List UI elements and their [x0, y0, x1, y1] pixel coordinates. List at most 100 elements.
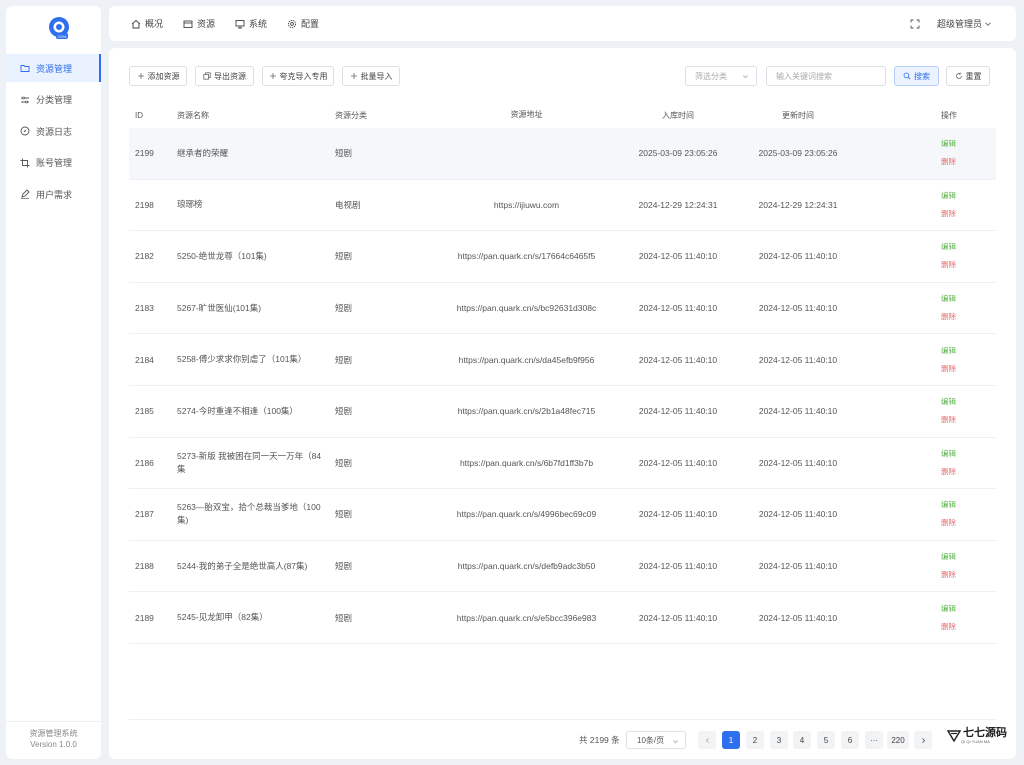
- cell-url[interactable]: https://ijiuwu.com: [439, 198, 614, 212]
- version-label: Version 1.0.0: [30, 740, 77, 749]
- cell-created: 2024-12-05 11:40:10: [638, 457, 718, 468]
- edit-link[interactable]: 编辑: [941, 342, 996, 360]
- cell-category: 短剧: [335, 561, 353, 572]
- home-icon: [131, 19, 141, 28]
- reset-button[interactable]: 重置: [946, 66, 990, 86]
- delete-link[interactable]: 删除: [941, 566, 996, 584]
- chevron-down-icon: [743, 75, 748, 79]
- cell-updated: 2024-12-05 11:40:10: [758, 251, 838, 262]
- page-ellipsis[interactable]: ···: [865, 731, 883, 749]
- delete-link[interactable]: 删除: [941, 308, 996, 326]
- cell-category: 短剧: [335, 303, 353, 314]
- category-select[interactable]: 筛选分类: [685, 66, 757, 86]
- user-menu[interactable]: 超级管理员: [937, 17, 992, 30]
- page-button-5[interactable]: 5: [817, 731, 835, 749]
- delete-link[interactable]: 删除: [941, 205, 996, 223]
- page-size-select[interactable]: 10条/页: [626, 731, 686, 749]
- export-resource-button[interactable]: 导出资源: [195, 66, 254, 86]
- page-button-1[interactable]: 1: [722, 731, 740, 749]
- tab-resources[interactable]: 资源: [183, 17, 215, 30]
- edit-link[interactable]: 编辑: [941, 135, 996, 153]
- edit-link[interactable]: 编辑: [941, 393, 996, 411]
- page-button-6[interactable]: 6: [841, 731, 859, 749]
- plus-icon: [269, 73, 276, 79]
- copy-icon: [203, 72, 211, 80]
- folder-icon: [20, 65, 30, 72]
- cell-url[interactable]: https://pan.quark.cn/s/6b7fd1ff3b7b: [439, 456, 614, 470]
- table-row: 2183 5267-旷世医仙(101集) 短剧 https://pan.quar…: [129, 283, 996, 335]
- delete-link[interactable]: 删除: [941, 360, 996, 378]
- pagination-divider: [129, 719, 996, 720]
- tab-overview[interactable]: 概况: [131, 17, 163, 30]
- delete-link[interactable]: 删除: [941, 463, 996, 481]
- batch-import-button[interactable]: 批量导入: [342, 66, 400, 86]
- chevron-down-icon: [985, 21, 991, 26]
- search-button[interactable]: 搜索: [894, 66, 939, 86]
- table-row: 2199 继承者的荣耀 短剧 2025-03-09 23:05:26 2025-…: [129, 128, 996, 180]
- sidebar-item-label: 资源日志: [36, 126, 73, 137]
- sidebar-item-label: 账号管理: [36, 158, 73, 169]
- cell-url[interactable]: https://pan.quark.cn/s/2b1a48fec715: [439, 404, 614, 418]
- prev-page-button[interactable]: [698, 731, 716, 749]
- sidebar-item-resources[interactable]: 资源管理: [6, 54, 101, 82]
- tab-config[interactable]: 配置: [287, 17, 319, 30]
- cell-url[interactable]: https://pan.quark.cn/s/e5bcc396e983: [439, 611, 614, 625]
- sidebar-item-requests[interactable]: 用户需求: [6, 180, 101, 208]
- delete-link[interactable]: 删除: [941, 153, 996, 171]
- cell-url[interactable]: https://pan.quark.cn/s/defb9adc3b50: [439, 559, 614, 573]
- cell-id: 2188: [135, 561, 154, 572]
- header-updated: 更新时间: [782, 110, 814, 120]
- page-button-3[interactable]: 3: [770, 731, 788, 749]
- delete-link[interactable]: 删除: [941, 514, 996, 532]
- cell-url[interactable]: https://pan.quark.cn/s/4996bec69c09: [439, 507, 614, 521]
- add-resource-button[interactable]: 添加资源: [129, 66, 187, 86]
- delete-link[interactable]: 删除: [941, 256, 996, 274]
- sidebar-item-categories[interactable]: 分类管理: [6, 86, 101, 114]
- table-row: 2188 5244-我的弟子全是绝世高人(87集) 短剧 https://pan…: [129, 541, 996, 593]
- svg-text:CEM: CEM: [58, 34, 67, 39]
- edit-link[interactable]: 编辑: [941, 290, 996, 308]
- edit-link[interactable]: 编辑: [941, 548, 996, 566]
- table-row: 2182 5250-绝世龙尊（101集) 短剧 https://pan.quar…: [129, 231, 996, 283]
- tab-system[interactable]: 系统: [235, 17, 267, 30]
- cell-id: 2199: [135, 148, 154, 159]
- delete-link[interactable]: 删除: [941, 411, 996, 429]
- cell-updated: 2024-12-05 11:40:10: [758, 303, 838, 314]
- edit-link[interactable]: 编辑: [941, 187, 996, 205]
- watermark-subtext: QI QI YUAN MA: [961, 739, 990, 744]
- edit-link[interactable]: 编辑: [941, 496, 996, 514]
- quark-import-button[interactable]: 夸克导入专用: [262, 66, 334, 86]
- main-panel: 添加资源 导出资源 夸克导入专用 批量导入 筛选分类 输入关键词搜索 搜索 重置…: [109, 48, 1016, 759]
- table-row: 2186 5273-新版 我被困在同一天一万年（84集 短剧 https://p…: [129, 438, 996, 490]
- page-button-last[interactable]: 220: [887, 731, 909, 749]
- cell-url[interactable]: https://pan.quark.cn/s/da45efb9f956: [439, 353, 614, 367]
- sidebar-item-logs[interactable]: 资源日志: [6, 117, 101, 145]
- sidebar-item-accounts[interactable]: 账号管理: [6, 149, 101, 177]
- button-label: 导出资源: [214, 71, 246, 81]
- cell-created: 2024-12-05 11:40:10: [638, 303, 718, 314]
- plus-icon: [350, 73, 357, 79]
- select-placeholder: 筛选分类: [695, 71, 727, 81]
- table-row: 2198 琅琊榜 电视剧 https://ijiuwu.com 2024-12-…: [129, 180, 996, 232]
- fullscreen-icon[interactable]: [910, 19, 920, 29]
- cell-name: 5267-旷世医仙(101集): [177, 302, 262, 313]
- cell-category: 短剧: [335, 354, 353, 365]
- button-label: 批量导入: [360, 71, 393, 81]
- cell-id: 2198: [135, 199, 154, 210]
- page-button-2[interactable]: 2: [746, 731, 764, 749]
- cell-url[interactable]: https://pan.quark.cn/s/17664c6465f5: [439, 249, 614, 263]
- cell-url[interactable]: https://pan.quark.cn/s/bc92631d308c: [439, 301, 614, 315]
- cell-created: 2024-12-05 11:40:10: [638, 612, 718, 623]
- keyword-search-input[interactable]: 输入关键词搜索: [766, 66, 886, 86]
- cell-name: 5245-见龙卸甲（82集）: [177, 612, 268, 623]
- edit-link[interactable]: 编辑: [941, 600, 996, 618]
- cell-updated: 2024-12-05 11:40:10: [758, 406, 838, 417]
- sidebar-nav: 资源管理 分类管理 资源日志 账号管理 用户需求: [6, 54, 101, 212]
- next-page-button[interactable]: [914, 731, 932, 749]
- sidebar-item-label: 分类管理: [36, 95, 73, 106]
- sidebar-footer: 资源管理系统 Version 1.0.0: [6, 721, 101, 759]
- page-button-4[interactable]: 4: [793, 731, 811, 749]
- edit-link[interactable]: 编辑: [941, 238, 996, 256]
- edit-link[interactable]: 编辑: [941, 445, 996, 463]
- delete-link[interactable]: 删除: [941, 618, 996, 636]
